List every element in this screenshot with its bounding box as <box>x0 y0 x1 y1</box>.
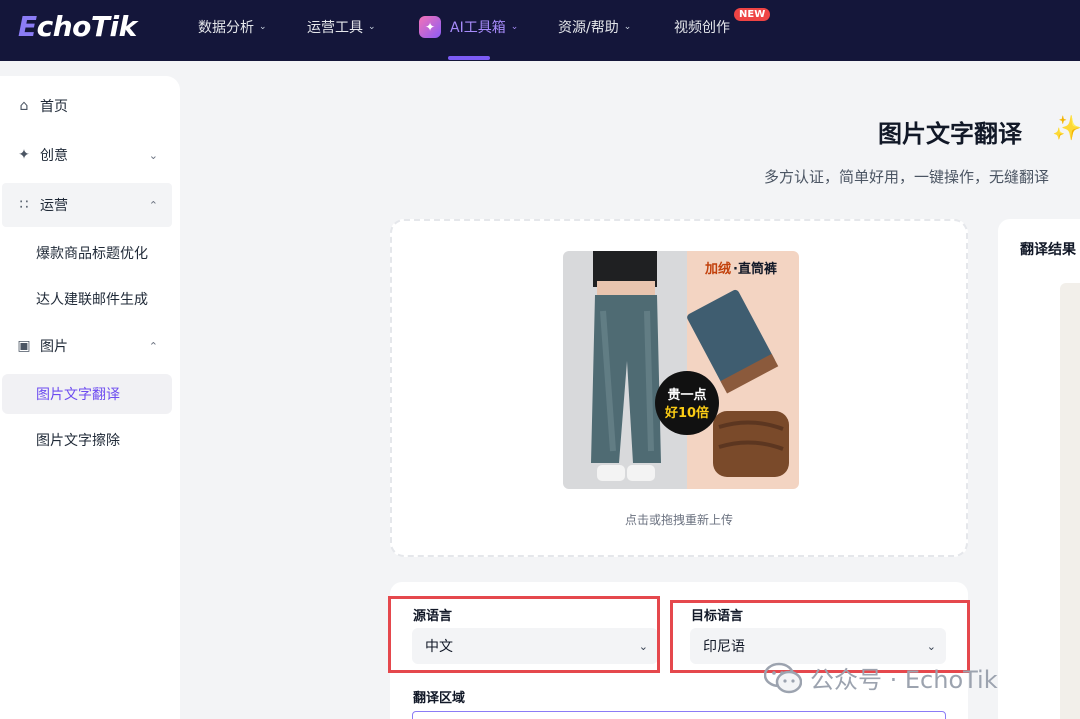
translation-result-panel: 翻译结果 <box>998 219 1080 719</box>
result-title: 翻译结果 <box>1020 242 1076 258</box>
page-subtitle: 多方认证，简单好用，一键操作，无缝翻译 <box>764 168 1050 186</box>
sidebar: ⌂ 首页 ✦ 创意 ⌄ ∷ 运营 ⌃ 爆款商品标题优化 达人建联邮件生成 ▣ 图… <box>0 76 180 719</box>
image-icon: ▣ <box>17 338 31 354</box>
home-icon: ⌂ <box>19 98 29 114</box>
echotik-logo[interactable]: EchoTik <box>18 10 137 43</box>
badge-line-2: 好10倍 <box>664 405 709 421</box>
product-tag-straight: ·直筒裤 <box>733 261 777 277</box>
sidebar-item-home[interactable]: ⌂ 首页 <box>2 84 172 128</box>
image-upload-area[interactable]: 加绒 ·直筒裤 贵一点 好10倍 点击或拖拽重新上传 <box>390 219 968 557</box>
nav-video-creation[interactable]: 视频创作 <box>674 16 730 38</box>
product-tag-fleece: 加绒 <box>704 261 731 277</box>
chevron-down-icon: ⌄ <box>510 22 519 32</box>
nav-label: 视频创作 <box>674 20 730 36</box>
nav-label: 运营工具 <box>307 20 363 36</box>
top-nav-bar: EchoTik 数据分析 ⌄ 运营工具 ⌄ ✦ AI工具箱 ⌄ 资源/帮助 ⌄ 视频创作 … <box>0 0 1080 61</box>
sparkle-icon: ✨ <box>1052 114 1080 142</box>
active-nav-indicator <box>448 56 490 60</box>
nav-resources-help[interactable]: 资源/帮助 ⌄ <box>558 16 631 38</box>
watermark-text: 公众号 · EchoTik <box>810 666 998 694</box>
chevron-down-icon: ⌄ <box>368 22 376 32</box>
chevron-down-icon: ⌄ <box>259 22 267 32</box>
badge-line-1: 贵一点 <box>667 387 706 403</box>
wechat-watermark: 公众号 · EchoTik <box>764 660 998 695</box>
ai-sparkle-icon: ✦ <box>419 16 441 38</box>
uploaded-product-image: 加绒 ·直筒裤 贵一点 好10倍 <box>563 251 799 489</box>
sidebar-item-image[interactable]: ▣ 图片 ⌃ <box>2 324 172 368</box>
sidebar-item-label: 图片 <box>40 339 68 355</box>
source-language-highlight-box <box>388 596 660 673</box>
chevron-down-icon: ⌄ <box>148 148 158 162</box>
wechat-icon <box>764 662 802 693</box>
translation-area-label: 翻译区域 <box>413 691 466 706</box>
result-image-preview <box>1060 283 1080 719</box>
reupload-hint[interactable]: 点击或拖拽重新上传 <box>392 511 966 528</box>
sidebar-item-creative[interactable]: ✦ 创意 ⌄ <box>2 133 172 177</box>
chevron-up-icon: ⌃ <box>148 198 158 212</box>
nav-label: 资源/帮助 <box>558 20 619 36</box>
sparkle-icon: ✦ <box>18 147 30 163</box>
nav-ai-toolbox[interactable]: ✦ AI工具箱 ⌄ <box>419 16 518 38</box>
sidebar-sub-influencer-email[interactable]: 达人建联邮件生成 <box>2 279 172 319</box>
operation-icon: ∷ <box>19 197 29 213</box>
nav-operation-tools[interactable]: 运营工具 ⌄ <box>307 16 376 38</box>
sidebar-sub-image-erase[interactable]: 图片文字擦除 <box>2 420 172 460</box>
sidebar-item-operation[interactable]: ∷ 运营 ⌃ <box>2 183 172 227</box>
sidebar-item-label: 运营 <box>40 198 68 214</box>
nav-label: AI工具箱 <box>450 20 506 36</box>
chevron-up-icon: ⌃ <box>148 339 158 353</box>
sidebar-sub-image-translate[interactable]: 图片文字翻译 <box>2 374 172 414</box>
page-title: 图片文字翻译 <box>878 120 1022 148</box>
sidebar-sub-title-optimize[interactable]: 爆款商品标题优化 <box>2 233 172 273</box>
translation-area-input[interactable] <box>412 711 946 719</box>
sidebar-item-label: 首页 <box>40 99 68 115</box>
chevron-down-icon: ⌄ <box>623 22 632 32</box>
sidebar-item-label: 创意 <box>40 148 68 164</box>
nav-data-analysis[interactable]: 数据分析 ⌄ <box>198 16 267 38</box>
new-badge: NEW <box>734 8 771 21</box>
nav-label: 数据分析 <box>198 20 254 36</box>
